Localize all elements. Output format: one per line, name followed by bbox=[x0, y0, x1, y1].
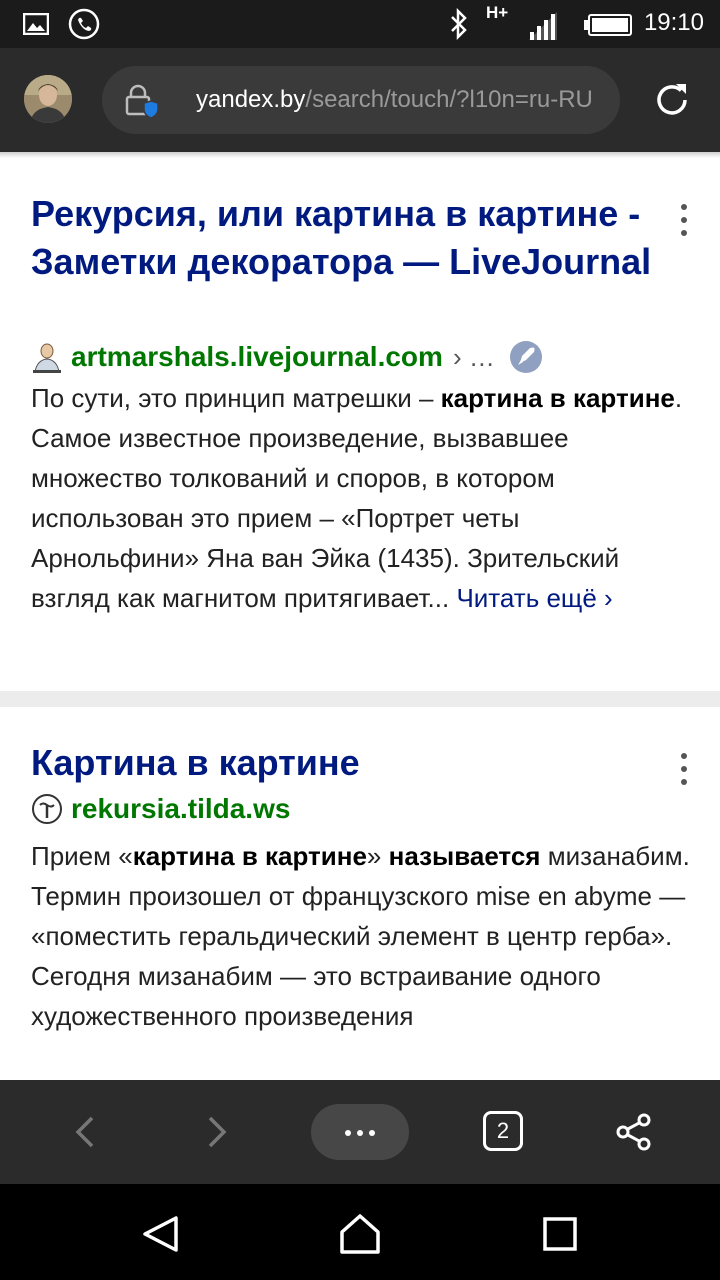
bluetooth-icon bbox=[451, 8, 467, 40]
system-navigation-bar bbox=[0, 1184, 720, 1280]
nav-home-icon[interactable] bbox=[338, 1212, 382, 1256]
browser-toolbar: yandex.by/search/touch/?l10n=ru-RU bbox=[0, 48, 720, 152]
snippet-highlight: картина в картине bbox=[440, 383, 675, 413]
url-path: /search/touch/?l10n=ru-RU bbox=[305, 86, 593, 113]
results-divider bbox=[0, 691, 720, 707]
livejournal-user-icon bbox=[33, 343, 61, 373]
snippet-text: » bbox=[366, 841, 389, 871]
result-source[interactable]: rekursia.tilda.ws bbox=[31, 791, 290, 827]
back-icon[interactable] bbox=[70, 1114, 100, 1150]
result-domain: rekursia.tilda.ws bbox=[71, 793, 291, 824]
search-result: Картина в картине rekursia.tilda.ws Прие… bbox=[0, 707, 720, 1080]
snippet-highlight: называется bbox=[388, 841, 541, 871]
battery-icon bbox=[584, 14, 632, 36]
result-snippet: По сути, это принцип матрешки – картина … bbox=[31, 378, 691, 618]
url-domain: yandex.by bbox=[196, 86, 306, 113]
snippet-text: По сути, это принцип матрешки – bbox=[31, 383, 441, 413]
snippet-text: . Самое известное произведение, вызвавше… bbox=[31, 383, 683, 613]
result-title-link[interactable]: Рекурсия, или картина в картине - Заметк… bbox=[31, 190, 671, 286]
forward-icon[interactable] bbox=[202, 1114, 232, 1150]
gallery-icon bbox=[23, 13, 49, 35]
read-more-link[interactable]: Читать ещё › bbox=[456, 583, 612, 613]
tabs-icon[interactable]: 2 bbox=[483, 1111, 523, 1151]
nav-back-icon[interactable] bbox=[140, 1214, 180, 1254]
phone-call-icon bbox=[68, 8, 100, 40]
network-type-label: H+ bbox=[486, 3, 509, 22]
result-breadcrumb-more: › … bbox=[452, 341, 495, 372]
address-bar[interactable]: yandex.by/search/touch/?l10n=ru-RU bbox=[102, 66, 620, 134]
search-result: Рекурсия, или картина в картине - Заметк… bbox=[0, 158, 720, 691]
signal-icon bbox=[529, 12, 557, 40]
result-domain: artmarshals.livejournal.com bbox=[71, 341, 443, 372]
url-text[interactable]: yandex.by/search/touch/?l10n=ru-RU bbox=[196, 86, 606, 114]
tilda-logo-icon bbox=[32, 794, 62, 824]
reload-icon[interactable] bbox=[652, 80, 692, 120]
search-results: Рекурсия, или картина в картине - Заметк… bbox=[0, 158, 720, 1080]
avatar[interactable] bbox=[24, 75, 72, 123]
result-menu-button[interactable] bbox=[676, 753, 692, 792]
result-title-link[interactable]: Картина в картине bbox=[31, 739, 671, 787]
share-icon[interactable] bbox=[614, 1112, 654, 1152]
result-menu-button[interactable] bbox=[676, 204, 692, 243]
lock-shield-icon[interactable] bbox=[122, 83, 158, 119]
clock: 19:10 bbox=[643, 9, 704, 36]
snippet-text: Прием « bbox=[31, 841, 133, 871]
snippet-highlight: картина в картине bbox=[132, 841, 367, 871]
status-bar: H+ 19:10 bbox=[0, 0, 720, 48]
rocket-icon[interactable] bbox=[509, 340, 543, 374]
menu-dots-icon[interactable] bbox=[311, 1104, 409, 1160]
result-source[interactable]: artmarshals.livejournal.com › … bbox=[31, 339, 543, 375]
nav-recents-icon[interactable] bbox=[542, 1216, 578, 1252]
result-snippet: Прием «картина в картине» называется миз… bbox=[31, 836, 691, 1036]
bottom-toolbar: 2 bbox=[0, 1080, 720, 1184]
